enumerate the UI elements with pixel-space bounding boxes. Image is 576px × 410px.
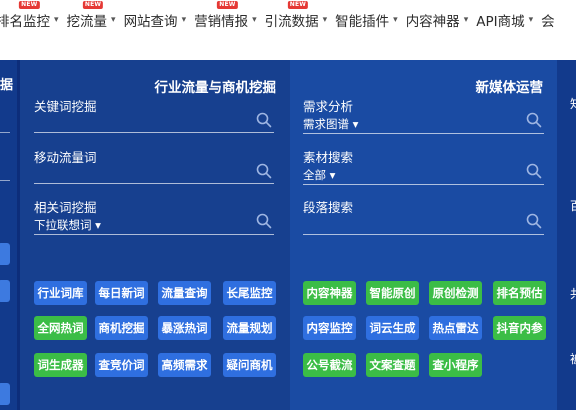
chevron-down-icon: ▾ <box>181 15 187 25</box>
input-underline <box>34 132 274 133</box>
tool-button-industry-lexicon[interactable]: 行业词库 <box>34 281 87 305</box>
search-icon[interactable] <box>256 213 272 229</box>
tool-button-traffic-plan[interactable]: 流量规划 <box>223 316 276 340</box>
nav-item-label: API商城 <box>476 14 525 30</box>
chevron-down-icon: ▾ <box>528 15 534 25</box>
nav-item-dig-traffic[interactable]: NEW 挖流量 ▾ <box>66 1 116 30</box>
edge-panel-right-label: 百 <box>570 197 576 214</box>
nav-item-member[interactable]: 会 <box>541 10 555 30</box>
nav-item-site-query[interactable]: 网站查询 ▾ <box>124 10 187 30</box>
demand-graph-dropdown[interactable]: 需求图谱 ▾ <box>303 116 358 132</box>
tool-button-hot-words[interactable]: 全网热词 <box>34 316 87 340</box>
tool-button-copy-topics[interactable]: 文案查题 <box>366 353 419 377</box>
chevron-down-icon: ▾ <box>322 15 328 25</box>
nav-item-label: 营销情报 <box>194 14 249 30</box>
edge-panel-right-label: 共 <box>570 285 576 302</box>
tool-button-daily-new-words[interactable]: 每日新词 <box>95 281 148 305</box>
tool-button-hot-radar[interactable]: 热点雷达 <box>429 316 482 340</box>
category-dropdown[interactable]: 全部 ▾ <box>303 167 335 183</box>
nav-item-api-store[interactable]: API商城 ▾ <box>476 10 533 30</box>
tool-button-smart-original[interactable]: 智能原创 <box>366 281 419 305</box>
suggest-dropdown[interactable]: 下拉联想词 ▾ <box>34 217 101 233</box>
related-word-field[interactable]: 相关词挖掘 下拉联想词 ▾ <box>34 197 274 237</box>
tool-button-traffic-query[interactable]: 流量查询 <box>158 281 211 305</box>
panel-title: 行业流量与商机挖掘 <box>154 80 277 96</box>
input-underline <box>34 234 274 235</box>
top-nav: NEW 排名监控 ▾ NEW 挖流量 ▾ 网站查询 ▾ NEW 营销情报 ▾ N… <box>0 0 576 60</box>
nav-item-marketing-intel[interactable]: NEW 营销情报 ▾ <box>194 1 257 30</box>
nav-menu: NEW 排名监控 ▾ NEW 挖流量 ▾ 网站查询 ▾ NEW 营销情报 ▾ N… <box>0 1 563 30</box>
tool-button-surging-words[interactable]: 暴涨热词 <box>158 316 211 340</box>
search-icon[interactable] <box>526 112 542 128</box>
tool-button-rank-estimate[interactable]: 排名预估 <box>493 281 546 305</box>
material-search-field[interactable]: 素材搜索 全部 ▾ <box>303 147 544 187</box>
chevron-down-icon: ▾ <box>111 15 116 25</box>
new-badge: NEW <box>82 1 104 9</box>
tool-button-word-cloud[interactable]: 词云生成 <box>366 316 419 340</box>
nav-item-label: 排名监控 <box>0 14 50 30</box>
edge-panel-right-label: 被 <box>570 350 576 367</box>
field-label: 关键词挖掘 <box>34 99 97 114</box>
field-label: 需求分析 <box>303 99 354 114</box>
tool-button-content-monitor[interactable]: 内容监控 <box>303 316 356 340</box>
edge-panel-left <box>0 60 17 410</box>
chevron-down-icon: ▾ <box>54 15 59 25</box>
field-label: 相关词挖掘 <box>34 200 97 215</box>
nav-item-smart-plugins[interactable]: 智能插件 ▾ <box>335 10 398 30</box>
chevron-down-icon: ▾ <box>393 15 398 25</box>
edge-panel-right-label: 知 <box>570 95 576 112</box>
new-badge: NEW <box>287 1 309 9</box>
tool-button-bid-words[interactable]: 查竞价词 <box>95 353 148 377</box>
chevron-down-icon: ▾ <box>252 15 257 25</box>
tool-button-content-tools[interactable]: 内容神器 <box>303 281 356 305</box>
input-underline <box>303 234 544 235</box>
field-label: 素材搜索 <box>303 150 354 165</box>
search-icon[interactable] <box>526 213 542 229</box>
field-label: 移动流量词 <box>34 150 97 165</box>
demand-analysis-field[interactable]: 需求分析 需求图谱 ▾ <box>303 96 544 136</box>
tool-button-business-mining[interactable]: 商机挖掘 <box>95 316 148 340</box>
search-icon[interactable] <box>256 112 272 128</box>
input-underline <box>303 184 544 185</box>
chevron-down-icon: ▾ <box>463 15 469 25</box>
tool-button-mini-program[interactable]: 查小程序 <box>429 353 482 377</box>
new-media-panel: 新媒体运营 需求分析 需求图谱 ▾ 素材搜索 全部 ▾ 段落搜索 内容神器 智能… <box>290 60 557 410</box>
search-icon[interactable] <box>526 163 542 179</box>
nav-item-label: 引流数据 <box>264 14 319 30</box>
tool-button-account-intercept[interactable]: 公号截流 <box>303 353 356 377</box>
nav-item-label: 智能插件 <box>335 14 390 30</box>
tool-button-longtail-monitor[interactable]: 长尾监控 <box>223 281 276 305</box>
nav-item-label: 内容神器 <box>405 14 460 30</box>
paragraph-search-field[interactable]: 段落搜索 <box>303 197 544 237</box>
tool-button-frequent-demand[interactable]: 高频需求 <box>158 353 211 377</box>
input-underline <box>34 183 274 184</box>
new-badge: NEW <box>19 1 40 9</box>
industry-traffic-panel: 行业流量与商机挖掘 关键词挖掘 移动流量词 相关词挖掘 下拉联想词 ▾ 行业词库… <box>20 60 290 410</box>
edge-button[interactable] <box>0 243 10 265</box>
nav-item-content-tools[interactable]: 内容神器 ▾ <box>406 10 469 30</box>
search-icon[interactable] <box>256 163 272 179</box>
panel-title: 新媒体运营 <box>475 80 544 96</box>
field-label: 段落搜索 <box>303 200 354 215</box>
nav-item-rank-monitor[interactable]: NEW 排名监控 ▾ <box>0 1 59 30</box>
nav-item-label: 会 <box>541 14 555 30</box>
edge-input-line <box>0 132 10 133</box>
edge-panel-left-title: 据 <box>0 78 14 93</box>
tool-button-douyin-insider[interactable]: 抖音内参 <box>493 316 546 340</box>
nav-item-label: 挖流量 <box>66 14 108 30</box>
tool-button-word-generator[interactable]: 词生成器 <box>34 353 87 377</box>
mobile-traffic-field[interactable]: 移动流量词 <box>34 147 274 187</box>
edge-button[interactable] <box>0 383 10 405</box>
input-underline <box>303 133 544 134</box>
tool-button-question-business[interactable]: 疑问商机 <box>223 353 276 377</box>
nav-item-label: 网站查询 <box>123 14 178 30</box>
new-badge: NEW <box>217 1 238 9</box>
tool-button-original-check[interactable]: 原创检测 <box>429 281 482 305</box>
edge-button[interactable] <box>0 280 10 302</box>
nav-item-traffic-data[interactable]: NEW 引流数据 ▾ <box>264 1 328 30</box>
keyword-mining-field[interactable]: 关键词挖掘 <box>34 96 274 136</box>
edge-input-line <box>0 180 10 181</box>
